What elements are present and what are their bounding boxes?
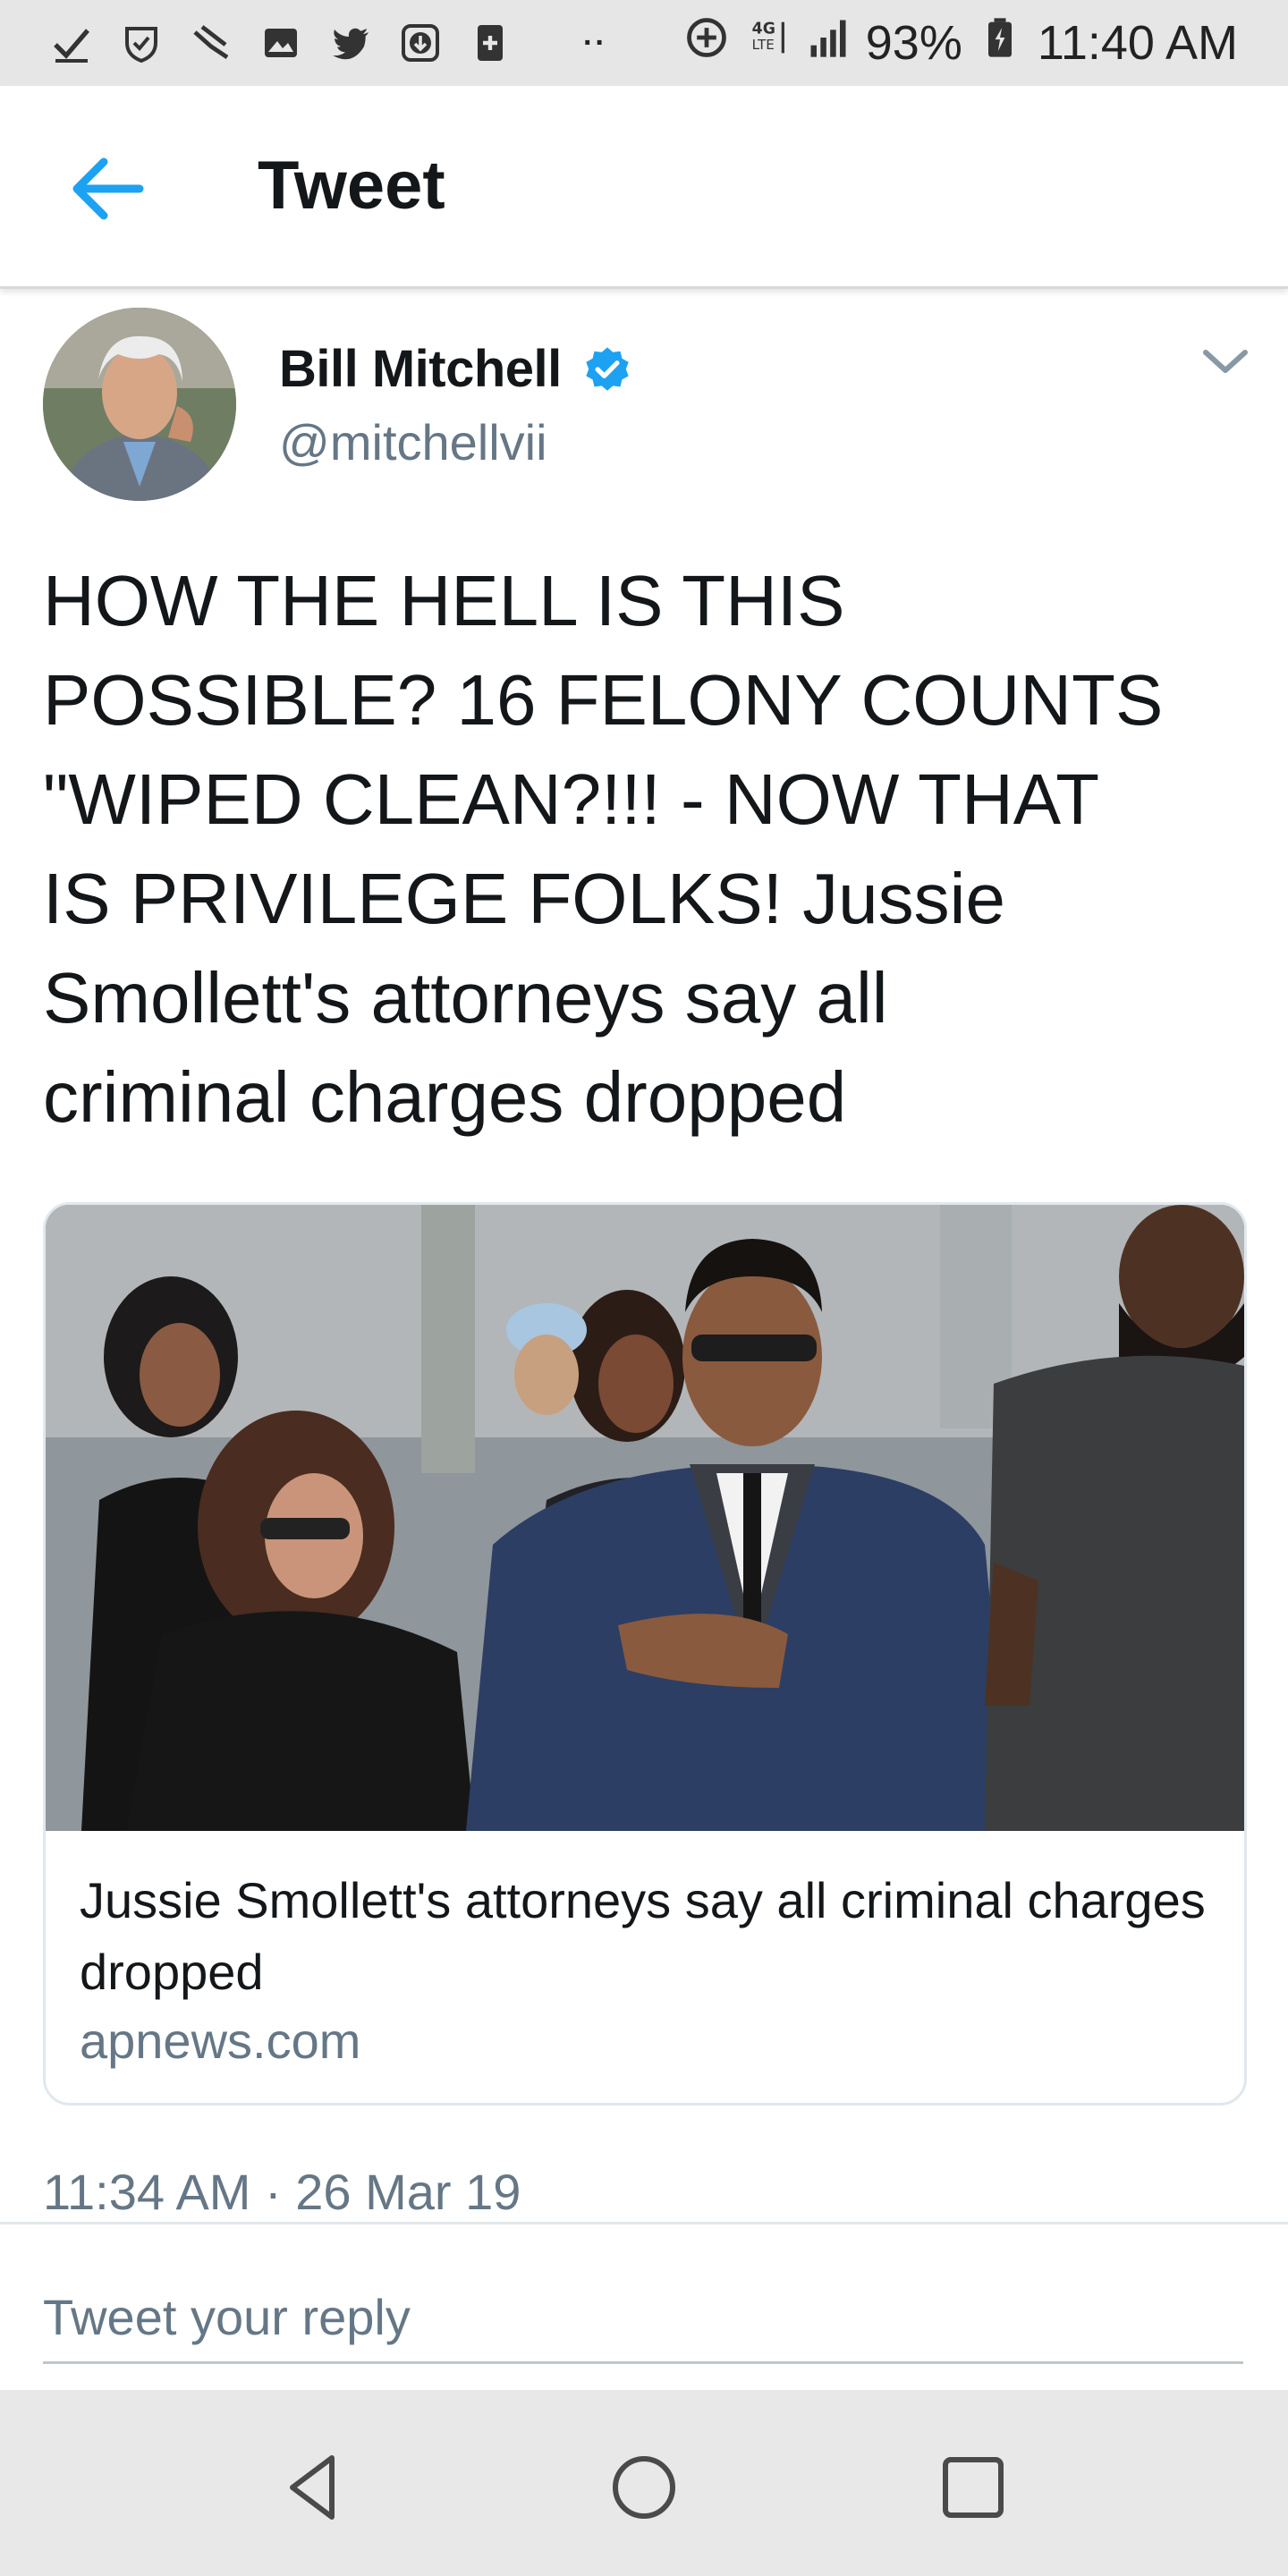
card-domain: apnews.com bbox=[80, 2012, 361, 2069]
missed-call-icon bbox=[190, 21, 233, 64]
twitter-icon bbox=[329, 21, 372, 64]
tweet-text: HOW THE HELL IS THIS POSSIBLE? 16 FELONY… bbox=[43, 561, 1164, 1137]
back-triangle-icon bbox=[290, 2455, 335, 2520]
home-circle-icon bbox=[613, 2456, 675, 2519]
recents-square-icon bbox=[943, 2457, 1004, 2518]
nav-back-button[interactable] bbox=[275, 2447, 355, 2528]
svg-text:LTE: LTE bbox=[751, 37, 774, 53]
avatar[interactable] bbox=[43, 308, 236, 501]
battery-percent: 93% bbox=[865, 16, 962, 70]
card-image bbox=[46, 1205, 1244, 1831]
app-bar: Tweet bbox=[0, 86, 1288, 289]
system-nav-bar bbox=[0, 2390, 1288, 2576]
reply-input[interactable] bbox=[43, 2272, 1243, 2364]
svg-text:4G: 4G bbox=[751, 20, 775, 38]
back-button[interactable] bbox=[63, 148, 152, 229]
notification-icons: ·· bbox=[50, 14, 652, 72]
link-card[interactable]: Jussie Smollett's attorneys say all crim… bbox=[43, 1202, 1247, 2106]
battery-icon bbox=[977, 14, 1023, 72]
card-title: Jussie Smollett's attorneys say all crim… bbox=[80, 1872, 1206, 2000]
network-icon: 4G LTE bbox=[744, 14, 791, 72]
system-status-icons: 4G LTE 93% 11:40 AM bbox=[683, 14, 1238, 72]
verified-badge-icon bbox=[586, 347, 629, 391]
signal-icon bbox=[805, 14, 852, 72]
shield-icon bbox=[120, 21, 163, 64]
chevron-down-icon[interactable] bbox=[1199, 340, 1252, 385]
nav-recents-button[interactable] bbox=[933, 2447, 1013, 2528]
author-name[interactable]: Bill Mitchell bbox=[279, 340, 562, 399]
nav-home-button[interactable] bbox=[604, 2447, 684, 2528]
image-icon bbox=[259, 21, 302, 64]
tweet-timestamp: 11:34 AM · 26 Mar 19 bbox=[43, 2164, 521, 2220]
more-notifications-dots: ·· bbox=[583, 25, 607, 60]
page-title: Tweet bbox=[258, 148, 445, 224]
clock: 11:40 AM bbox=[1037, 16, 1238, 70]
data-saver-icon bbox=[683, 14, 730, 72]
check-icon bbox=[50, 21, 93, 64]
author-handle[interactable]: @mitchellvii bbox=[279, 413, 547, 472]
back-arrow-icon bbox=[72, 157, 144, 220]
status-bar: ·· 4G LTE 93% 11:40 AM bbox=[0, 0, 1288, 86]
download-icon bbox=[399, 21, 442, 64]
plus-box-icon bbox=[469, 21, 512, 64]
divider bbox=[0, 2222, 1288, 2224]
